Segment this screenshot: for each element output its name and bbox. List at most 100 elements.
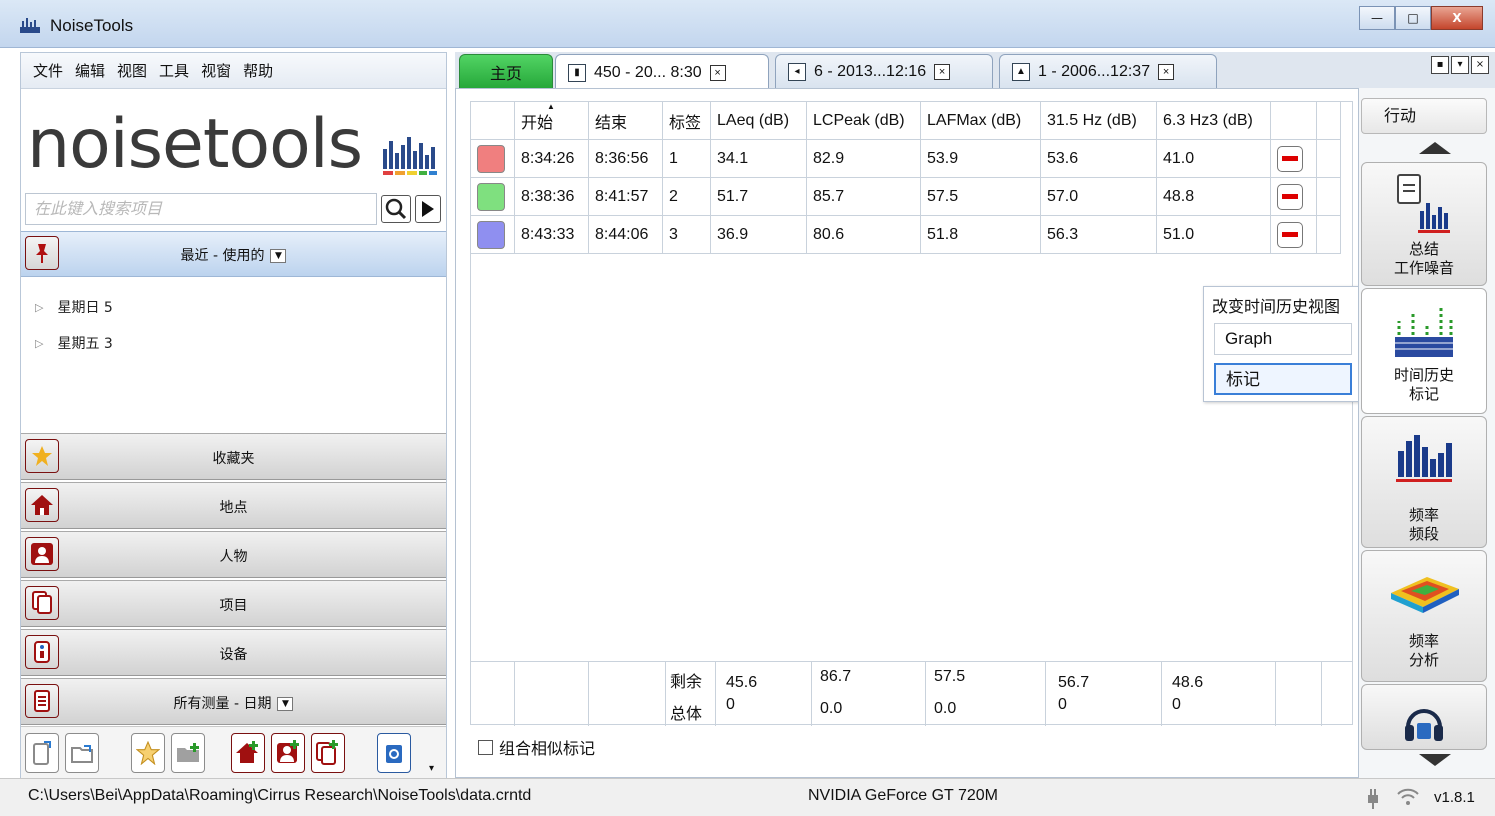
recent-bar[interactable]: 最近 - 使用的 ▼ <box>21 231 446 277</box>
add-location-button[interactable] <box>231 733 265 773</box>
close-button[interactable]: X <box>1431 6 1483 30</box>
color-swatch[interactable] <box>477 182 505 211</box>
category-projects[interactable]: 项目 <box>21 580 446 627</box>
add-favorite-button[interactable] <box>131 733 165 773</box>
data-file-path: C:\Users\Bei\AppData\Roaming\Cirrus Rese… <box>28 787 532 804</box>
house-add-icon <box>236 741 258 763</box>
color-swatch[interactable] <box>477 144 505 173</box>
table-row[interactable]: 8:34:26 8:36:56 1 34.1 82.9 53.9 53.6 41… <box>470 139 1341 178</box>
tree-item[interactable]: ▷ 星期五 3 <box>35 325 113 361</box>
chevron-down-icon[interactable]: ▼ <box>270 249 287 263</box>
totals-6-3hz-overall: 0 <box>1172 696 1181 713</box>
color-swatch[interactable] <box>477 220 505 249</box>
new-measurement-button[interactable] <box>25 733 59 773</box>
cell-lcpeak: 82.9 <box>806 139 921 178</box>
tree-item[interactable]: ▷ 星期日 5 <box>35 289 113 325</box>
color-cell[interactable] <box>470 139 515 178</box>
delete-row-button[interactable] <box>1277 183 1303 210</box>
category-locations[interactable]: 地点 <box>21 482 446 529</box>
minimize-icon: — <box>1371 11 1383 25</box>
color-cell[interactable] <box>470 177 515 216</box>
tile-summary-work-noise[interactable]: 总结 工作噪音 <box>1361 162 1487 286</box>
cell-lafmax: 53.9 <box>920 139 1041 178</box>
menu-edit[interactable]: 编辑 <box>75 60 105 81</box>
menu-help[interactable]: 帮助 <box>243 60 273 81</box>
spacer-cell <box>1316 139 1341 178</box>
group-similar-checkbox[interactable] <box>478 739 493 755</box>
column-header-start[interactable]: ▲ 开始 <box>514 101 589 140</box>
tile-frequency-analysis[interactable]: 频率 分析 <box>1361 550 1487 682</box>
totals-lafmax-cell: 57.5 0.0 <box>926 662 1046 726</box>
import-button[interactable] <box>65 733 99 773</box>
tile-label-line2: 工作噪音 <box>1393 259 1454 277</box>
totals-lcpeak-cell: 86.7 0.0 <box>812 662 926 726</box>
column-header-laeq[interactable]: LAeq (dB) <box>710 101 807 140</box>
scroll-up-icon[interactable] <box>1419 142 1451 154</box>
menu-file[interactable]: 文件 <box>33 60 63 81</box>
column-header-lafmax[interactable]: LAFMax (dB) <box>920 101 1041 140</box>
search-input[interactable]: 在此键入搜索项目 <box>25 193 377 225</box>
new-folder-button[interactable] <box>171 733 205 773</box>
column-header-6-3hz[interactable]: 6.3 Hz3 (dB) <box>1156 101 1271 140</box>
category-people[interactable]: 人物 <box>21 531 446 578</box>
tab-measurement-450[interactable]: ▮ 450 - 20... 8:30 × <box>555 54 769 90</box>
color-cell[interactable] <box>470 215 515 254</box>
group-similar-option[interactable]: 组合相似标记 <box>478 735 595 759</box>
noisetools-logo: noisetools <box>27 105 363 184</box>
tile-label-line1: 频率 <box>1408 506 1439 524</box>
chevron-down-icon[interactable]: ▼ <box>277 697 294 711</box>
close-tab-icon[interactable]: × <box>1158 63 1175 80</box>
view-option-markers[interactable]: 标记 <box>1214 363 1352 395</box>
maximize-button[interactable]: □ <box>1395 6 1431 30</box>
column-header-31-5hz[interactable]: 31.5 Hz (dB) <box>1040 101 1157 140</box>
scroll-down-icon[interactable] <box>1419 754 1451 766</box>
search-icon <box>385 198 407 220</box>
go-button[interactable] <box>415 195 441 223</box>
close-tab-icon[interactable]: × <box>709 64 726 81</box>
category-devices[interactable]: 设备 <box>21 629 446 676</box>
maximize-icon: □ <box>1407 11 1419 25</box>
menu-tools[interactable]: 工具 <box>159 60 189 81</box>
recycle-bin-button[interactable] <box>377 733 411 773</box>
minimize-button[interactable]: — <box>1359 6 1395 30</box>
column-header-lcpeak[interactable]: LCPeak (dB) <box>806 101 921 140</box>
delete-row-button[interactable] <box>1277 221 1303 248</box>
delete-row-button[interactable] <box>1277 145 1303 172</box>
column-label: 标签 <box>669 114 702 132</box>
tab-measurement-6[interactable]: ◂ 6 - 2013...12:16 × <box>775 54 993 88</box>
tab-close-all-icon[interactable]: × <box>1471 56 1489 74</box>
category-favorites[interactable]: 收藏夹 <box>21 433 446 480</box>
tile-audio[interactable] <box>1361 684 1487 750</box>
column-header-end[interactable]: 结束 <box>588 101 663 140</box>
close-tab-icon[interactable]: × <box>934 63 951 80</box>
tree: ▷ 星期日 5 ▷ 星期五 3 <box>35 289 113 361</box>
search-button[interactable] <box>381 195 411 223</box>
totals-empty-cell <box>470 662 515 726</box>
expand-icon[interactable]: ▷ <box>35 301 43 314</box>
category-all-measurements[interactable]: 所有测量 - 日期 ▼ <box>21 678 446 725</box>
view-option-graph[interactable]: Graph <box>1214 323 1352 355</box>
recent-label-wrap: 最近 - 使用的 ▼ <box>21 245 446 265</box>
table-row[interactable]: 8:38:36 8:41:57 2 51.7 85.7 57.5 57.0 48… <box>470 177 1341 216</box>
title-bar: NoiseTools — □ X <box>0 0 1495 48</box>
tab-home[interactable]: 主页 <box>459 54 553 88</box>
tile-label-line1: 频率 <box>1408 632 1439 650</box>
table-row[interactable]: 8:43:33 8:44:06 3 36.9 80.6 51.8 56.3 51… <box>470 215 1341 254</box>
tab-restore-icon[interactable]: ▪ <box>1431 56 1449 74</box>
tab-list-icon[interactable]: ▾ <box>1451 56 1469 74</box>
headphones-icon <box>1405 709 1443 741</box>
menu-window[interactable]: 视窗 <box>201 60 231 81</box>
frequency-bands-icon <box>1396 435 1452 482</box>
tab-measurement-1[interactable]: ▲ 1 - 2006...12:37 × <box>999 54 1217 88</box>
column-header-tag[interactable]: 标签 <box>662 101 711 140</box>
add-project-button[interactable] <box>311 733 345 773</box>
add-person-button[interactable] <box>271 733 305 773</box>
app-icon <box>20 18 40 33</box>
expand-icon[interactable]: ▷ <box>35 337 43 350</box>
tile-time-history-markers[interactable]: 时间历史 标记 <box>1361 288 1487 414</box>
overflow-chevron-icon[interactable]: ▾ <box>429 763 434 774</box>
menu-view[interactable]: 视图 <box>117 60 147 81</box>
play-icon <box>422 201 434 217</box>
totals-empty-cell <box>1276 662 1322 726</box>
tile-frequency-bands[interactable]: 频率 频段 <box>1361 416 1487 548</box>
